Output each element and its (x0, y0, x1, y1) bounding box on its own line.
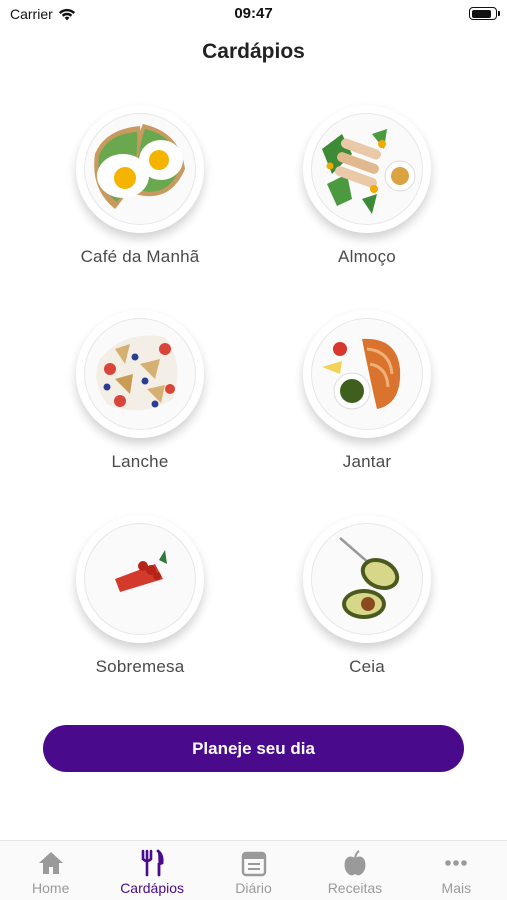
menu-item-label: Almoço (338, 247, 396, 266)
tab-home[interactable]: Home (0, 841, 101, 900)
chicken-salad-icon (303, 105, 431, 233)
tab-label: Diário (235, 880, 272, 896)
home-icon (38, 852, 63, 874)
menu-item-label: Ceia (349, 657, 385, 676)
menu-item-lanche[interactable]: Lanche (40, 310, 240, 472)
menu-item-sobremesa[interactable]: Sobremesa (40, 515, 240, 677)
battery-icon (469, 7, 500, 20)
menu-item-label: Lanche (111, 452, 169, 471)
menu-item-label: Café da Manhã (80, 247, 200, 266)
berry-dessert-icon (76, 515, 204, 643)
battery-fill (471, 9, 492, 18)
avocado-icon (303, 515, 431, 643)
menu-item-ceia[interactable]: Ceia (267, 515, 467, 677)
tab-mais[interactable]: Mais (406, 841, 507, 900)
more-dots-icon (445, 860, 468, 866)
tab-label: Mais (441, 880, 472, 896)
tab-receitas[interactable]: Receitas (304, 841, 405, 900)
page-title: Cardápios (202, 40, 305, 63)
status-bar: Carrier 09:47 (0, 0, 507, 30)
granola-fruit-icon (76, 310, 204, 438)
calendar-icon (241, 851, 266, 877)
menu-item-label: Jantar (342, 452, 392, 471)
menu-item-cafe-da-manha[interactable]: Café da Manhã (40, 105, 240, 267)
tab-cardapios[interactable]: Cardápios (101, 841, 202, 900)
fork-knife-icon (141, 849, 164, 877)
menu-item-jantar[interactable]: Jantar (267, 310, 467, 472)
tab-label: Cardápios (120, 880, 185, 896)
apple-icon (344, 850, 366, 876)
tab-diario[interactable]: Diário (203, 841, 304, 900)
tab-bar: Home Cardápios Diário Receitas Mais (0, 840, 507, 900)
fried-eggs-toast-icon (76, 105, 204, 233)
menu-item-label: Sobremesa (95, 657, 185, 676)
tab-label: Home (32, 880, 70, 896)
menu-item-almoco[interactable]: Almoço (267, 105, 467, 267)
tab-label: Receitas (327, 880, 383, 896)
plan-day-button[interactable]: Planeje seu dia (43, 725, 464, 772)
clock: 09:47 (234, 5, 273, 22)
salmon-steak-icon (303, 310, 431, 438)
